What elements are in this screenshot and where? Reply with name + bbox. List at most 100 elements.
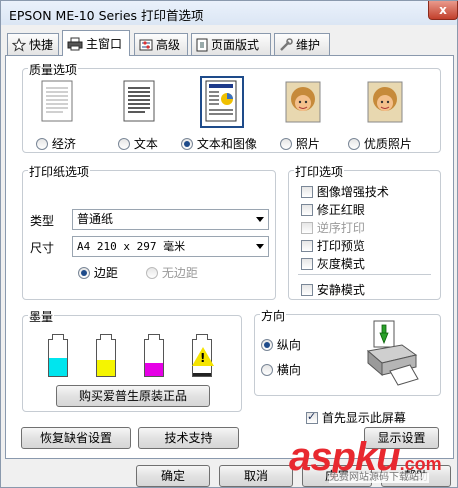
radio-circle: [280, 138, 292, 150]
checkbox-box: [301, 222, 313, 234]
reverse-order-checkbox[interactable]: 逆序打印: [301, 219, 365, 236]
ink-cartridge-cap: [148, 334, 160, 340]
button-label: 取消: [243, 469, 268, 483]
radio-circle: [78, 267, 90, 279]
border-radio[interactable]: 边距: [78, 264, 118, 281]
radio-label: 文本: [133, 137, 158, 151]
radio-label: 边距: [93, 266, 118, 280]
cancel-button[interactable]: 取消: [219, 465, 293, 487]
radio-label: 无边距: [161, 266, 198, 280]
tab-label: 维护: [296, 37, 321, 52]
ink-cartridge: [144, 334, 164, 377]
ink-cartridge-cap: [100, 334, 112, 340]
radio-label: 横向: [276, 363, 301, 377]
best-photo-icon: [367, 81, 403, 123]
watermark-suffix: .com: [399, 454, 442, 474]
radio-label: 照片: [295, 137, 320, 151]
button-label: 恢复缺省设置: [39, 431, 112, 445]
orientation-title: 方向: [260, 307, 287, 324]
ink-level-fill: [49, 358, 67, 376]
checkbox-label: 逆序打印: [316, 221, 365, 235]
quality-best-photo-radio[interactable]: 优质照片: [348, 135, 412, 152]
ok-button[interactable]: 确定: [136, 465, 210, 487]
checkbox-box: [301, 240, 313, 252]
checkbox-label: 打印预览: [316, 239, 365, 253]
landscape-radio[interactable]: 横向: [261, 361, 301, 378]
restore-defaults-button[interactable]: 恢复缺省设置: [21, 427, 131, 449]
show-first-checkbox[interactable]: 首先显示此屏幕: [306, 409, 406, 426]
buy-genuine-button[interactable]: 购买爱普生原装正品: [56, 385, 210, 407]
ink-level-fill: [145, 363, 163, 376]
tech-support-button[interactable]: 技术支持: [138, 427, 239, 449]
grayscale-checkbox[interactable]: 灰度模式: [301, 255, 365, 272]
checkbox-label: 灰度模式: [316, 257, 365, 271]
paper-size-label: 尺寸: [30, 241, 55, 255]
wrench-icon: [280, 37, 293, 51]
ink-cartridge-cap: [196, 334, 208, 340]
radio-circle: [261, 339, 273, 351]
quality-text-radio[interactable]: 文本: [118, 135, 158, 152]
radio-circle: [36, 138, 48, 150]
close-icon: x: [439, 3, 447, 17]
radio-circle: [146, 267, 158, 279]
checkbox-label: 修正红眼: [316, 203, 365, 217]
quality-text-image-radio[interactable]: 文本和图像: [181, 135, 257, 152]
quiet-mode-checkbox[interactable]: 安静模式: [301, 281, 365, 298]
radio-label: 文本和图像: [196, 137, 257, 151]
paper-size-select[interactable]: A4 210 x 297 毫米: [72, 236, 269, 257]
paper-type-label: 类型: [30, 214, 55, 228]
ink-cartridge: [96, 334, 116, 377]
text-image-icon: [205, 80, 237, 122]
printer-orientation-icon: [366, 320, 419, 386]
tab-label: 主窗口: [86, 36, 123, 51]
star-icon: [12, 37, 26, 52]
ink-cartridge: [48, 334, 68, 377]
tab-label: 快捷: [29, 37, 54, 52]
checkbox-label: 安静模式: [316, 283, 365, 297]
watermark-tagline: 免费网站源码下载站！: [329, 472, 429, 483]
radio-circle: [348, 138, 360, 150]
button-label: 确定: [160, 469, 185, 483]
text-icon: [123, 80, 155, 122]
settings-icon: [139, 39, 153, 50]
checkbox-box: [301, 204, 313, 216]
image-enhance-checkbox[interactable]: 图像增强技术: [301, 183, 389, 200]
tab-main[interactable]: 主窗口: [62, 30, 130, 56]
paper-size-value: A4 210 x 297 毫米: [77, 240, 186, 253]
tab-maintenance[interactable]: 维护: [274, 33, 330, 55]
borderless-radio[interactable]: 无边距: [146, 264, 198, 281]
checkbox-box: [301, 186, 313, 198]
tab-advanced[interactable]: 高级: [134, 33, 188, 55]
checkbox-box: [306, 410, 318, 424]
paper-type-value: 普通纸: [77, 212, 114, 226]
warning-icon: !: [192, 347, 214, 366]
print-preview-checkbox[interactable]: 打印预览: [301, 237, 365, 254]
quality-economy-radio[interactable]: 经济: [36, 135, 76, 152]
fix-red-eye-checkbox[interactable]: 修正红眼: [301, 201, 365, 218]
radio-label: 纵向: [276, 338, 301, 352]
tab-page-layout[interactable]: 页面版式: [191, 33, 271, 55]
quality-options-title: 质量选项: [28, 61, 79, 78]
ink-levels-title: 墨量: [28, 308, 55, 325]
tab-label: 高级: [156, 37, 181, 52]
tab-quick[interactable]: 快捷: [7, 33, 59, 55]
radio-label: 经济: [51, 137, 76, 151]
close-button[interactable]: x: [428, 1, 458, 20]
chevron-down-icon: [256, 244, 264, 249]
quality-photo-radio[interactable]: 照片: [280, 135, 320, 152]
chevron-down-icon: [256, 217, 264, 222]
radio-circle: [181, 138, 193, 150]
economy-icon: [41, 80, 73, 122]
photo-icon: [285, 81, 321, 123]
warning-mark: !: [200, 351, 206, 365]
portrait-radio[interactable]: 纵向: [261, 336, 301, 353]
paper-type-select[interactable]: 普通纸: [72, 209, 269, 230]
button-label: 购买爱普生原装正品: [78, 389, 187, 403]
printing-preferences-window: EPSON ME-10 Series 打印首选项 x 快捷 主窗口 高级 页面版…: [0, 0, 458, 488]
watermark: aspku.com 免费网站源码下载站！: [289, 437, 442, 483]
ink-cartridge-cap: [52, 334, 64, 340]
checkbox-label: 首先显示此屏幕: [321, 411, 406, 425]
printer-icon: [67, 37, 83, 50]
ink-cartridges: !: [48, 333, 228, 377]
checkbox-label: 图像增强技术: [316, 185, 389, 199]
